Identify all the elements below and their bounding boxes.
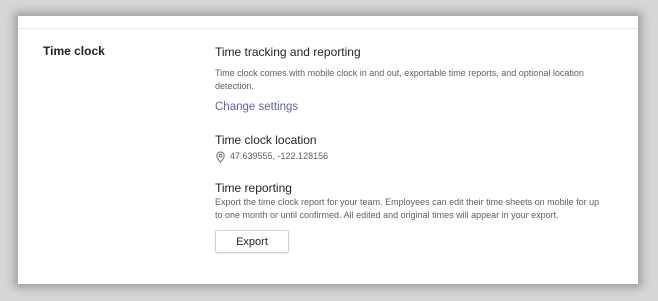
change-settings-link[interactable]: Change settings <box>215 99 610 115</box>
settings-panel: Time clock Time tracking and reporting T… <box>18 16 638 284</box>
location-heading: Time clock location <box>215 133 317 147</box>
export-button[interactable]: Export <box>215 230 289 253</box>
location-row: 47.639555, -122.128156 <box>215 150 610 163</box>
divider <box>18 28 638 29</box>
section-title: Time clock <box>43 44 105 58</box>
location-pin-icon <box>215 150 226 163</box>
time-clock-settings: Time tracking and reporting Time clock c… <box>215 44 610 253</box>
tracking-heading: Time tracking and reporting <box>215 45 361 59</box>
reporting-heading: Time reporting <box>215 181 292 195</box>
location-coordinates: 47.639555, -122.128156 <box>230 151 329 161</box>
tracking-description: Time clock comes with mobile clock in an… <box>215 68 584 91</box>
reporting-description: Export the time clock report for your te… <box>215 197 600 220</box>
